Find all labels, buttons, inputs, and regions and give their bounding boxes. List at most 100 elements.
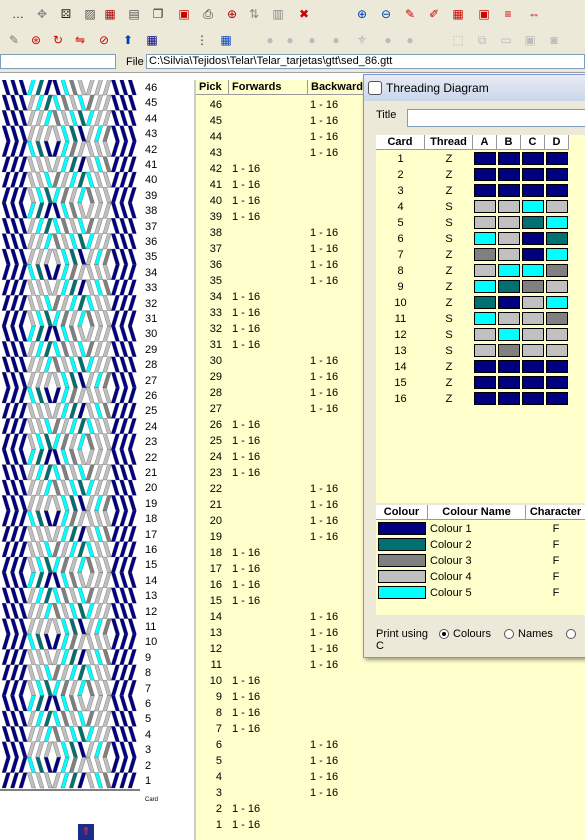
pick-cell-forwards[interactable]: [232, 641, 302, 657]
hole-colour-cell[interactable]: [498, 216, 520, 229]
print-names-option[interactable]: Names: [504, 628, 553, 640]
pick-cell-pick[interactable]: 37: [196, 241, 222, 257]
pick-cell-pick[interactable]: 28: [196, 385, 222, 401]
pick-cell-backwards[interactable]: 1 - 16: [310, 657, 390, 673]
pick-cell-pick[interactable]: 11: [196, 657, 222, 673]
pick-cell-pick[interactable]: 9: [196, 689, 222, 705]
hole-colour-cell[interactable]: [546, 376, 568, 389]
app-taskbar-icon[interactable]: ⇑: [78, 824, 94, 840]
pick-cell-forwards[interactable]: 1 - 16: [232, 161, 302, 177]
hole-colour-cell[interactable]: [474, 280, 496, 293]
table-icon[interactable]: ▦: [142, 30, 162, 50]
colour-name[interactable]: Colour 2: [430, 537, 526, 553]
pattern-name-field[interactable]: [0, 54, 116, 69]
thread-direction[interactable]: Z: [425, 375, 473, 391]
file-path-field[interactable]: C:\Silvia\Tejidos\Telar\Telar_tarjetas\g…: [146, 54, 585, 69]
radio-colours[interactable]: [439, 629, 450, 640]
thread-direction[interactable]: S: [425, 343, 473, 359]
clipboard-icon[interactable]: ▣: [520, 30, 540, 50]
cards-icon[interactable]: ⇅: [244, 4, 264, 24]
hole-colour-cell[interactable]: [474, 264, 496, 277]
thread-direction[interactable]: S: [425, 199, 473, 215]
dotted-grid-icon[interactable]: ⋮: [192, 30, 212, 50]
pick-cell-pick[interactable]: 20: [196, 513, 222, 529]
pick-cell-forwards[interactable]: 1 - 16: [232, 449, 302, 465]
colour-table[interactable]: Colour Colour Name Character Colour 1 F Co…: [376, 505, 585, 615]
hole-colour-cell[interactable]: [546, 200, 568, 213]
pick-cell-pick[interactable]: 21: [196, 497, 222, 513]
thread-direction[interactable]: S: [425, 231, 473, 247]
pick-cell-forwards[interactable]: [232, 769, 302, 785]
no-icon[interactable]: ⊘: [94, 30, 114, 50]
hole-colour-cell[interactable]: [474, 360, 496, 373]
thread-direction[interactable]: Z: [425, 295, 473, 311]
pick-cell-pick[interactable]: 29: [196, 369, 222, 385]
hole-colour-cell[interactable]: [498, 248, 520, 261]
pick-cell-forwards[interactable]: [232, 273, 302, 289]
hole-colour-cell[interactable]: [474, 168, 496, 181]
circle-e-icon[interactable]: ●: [378, 30, 398, 50]
colour-character[interactable]: F: [526, 569, 585, 585]
hole-colour-cell[interactable]: [498, 264, 520, 277]
hole-colour-cell[interactable]: [522, 200, 544, 213]
hole-colour-cell[interactable]: [474, 184, 496, 197]
circle-a-icon[interactable]: ●: [260, 30, 280, 50]
hole-colour-cell[interactable]: [474, 296, 496, 309]
pick-cell-pick[interactable]: 2: [196, 801, 222, 817]
pick-cell-pick[interactable]: 19: [196, 529, 222, 545]
hole-colour-cell[interactable]: [474, 392, 496, 405]
card-threading-grid[interactable]: Card Thread A B C D 1 Z 2 Z 3 Z 4 S 5 S 6 S 7 Z 8 Z 9 Z 10…: [376, 135, 585, 503]
pick-cell-pick[interactable]: 33: [196, 305, 222, 321]
hole-colour-cell[interactable]: [498, 168, 520, 181]
pick-cell-pick[interactable]: 7: [196, 721, 222, 737]
pick-cell-forwards[interactable]: 1 - 16: [232, 177, 302, 193]
pick-cell-forwards[interactable]: 1 - 16: [232, 193, 302, 209]
hole-colour-cell[interactable]: [522, 168, 544, 181]
pick-cell-backwards[interactable]: [310, 673, 390, 689]
hole-colour-cell[interactable]: [498, 392, 520, 405]
pick-cell-pick[interactable]: 4: [196, 769, 222, 785]
hole-colour-cell[interactable]: [522, 312, 544, 325]
pick-cell-pick[interactable]: 46: [196, 97, 222, 113]
hole-colour-cell[interactable]: [522, 280, 544, 293]
rotate-icon[interactable]: ↻: [48, 30, 68, 50]
pick-cell-pick[interactable]: 32: [196, 321, 222, 337]
move-icon[interactable]: ✥: [32, 4, 52, 24]
pick-cell-pick[interactable]: 14: [196, 609, 222, 625]
pick-cell-forwards[interactable]: [232, 625, 302, 641]
pick-cell-forwards[interactable]: [232, 241, 302, 257]
colour-name[interactable]: Colour 1: [430, 521, 526, 537]
hole-colour-cell[interactable]: [546, 232, 568, 245]
radio-names[interactable]: [504, 629, 515, 640]
flip-icon[interactable]: ⇋: [70, 30, 90, 50]
printer-icon[interactable]: ⎙: [198, 4, 218, 24]
pick-cell-forwards[interactable]: 1 - 16: [232, 433, 302, 449]
pick-cell-pick[interactable]: 43: [196, 145, 222, 161]
pick-cell-backwards[interactable]: [310, 689, 390, 705]
hole-colour-cell[interactable]: [546, 264, 568, 277]
pick-cell-forwards[interactable]: 1 - 16: [232, 721, 302, 737]
pick-cell-forwards[interactable]: [232, 369, 302, 385]
hole-colour-cell[interactable]: [546, 248, 568, 261]
pick-cell-forwards[interactable]: [232, 657, 302, 673]
pick-cell-pick[interactable]: 39: [196, 209, 222, 225]
shapes-icon[interactable]: ⧉: [472, 30, 492, 50]
thread-direction[interactable]: Z: [425, 247, 473, 263]
thread-direction[interactable]: S: [425, 327, 473, 343]
tool-d-icon[interactable]: ▣: [474, 4, 494, 24]
pick-cell-forwards[interactable]: [232, 97, 302, 113]
pick-cell-pick[interactable]: 30: [196, 353, 222, 369]
paste-icon[interactable]: ▭: [496, 30, 516, 50]
hole-colour-cell[interactable]: [498, 232, 520, 245]
tool-e-icon[interactable]: ≡: [498, 4, 518, 24]
hole-colour-cell[interactable]: [474, 232, 496, 245]
pick-cell-forwards[interactable]: [232, 225, 302, 241]
title-input[interactable]: [407, 109, 585, 127]
camera-icon[interactable]: ◙: [544, 30, 564, 50]
colour-character[interactable]: F: [526, 521, 585, 537]
pick-cell-forwards[interactable]: [232, 401, 302, 417]
pencil-icon[interactable]: ✎: [4, 30, 24, 50]
hole-colour-cell[interactable]: [498, 184, 520, 197]
hole-colour-cell[interactable]: [474, 376, 496, 389]
thread-direction[interactable]: Z: [425, 263, 473, 279]
